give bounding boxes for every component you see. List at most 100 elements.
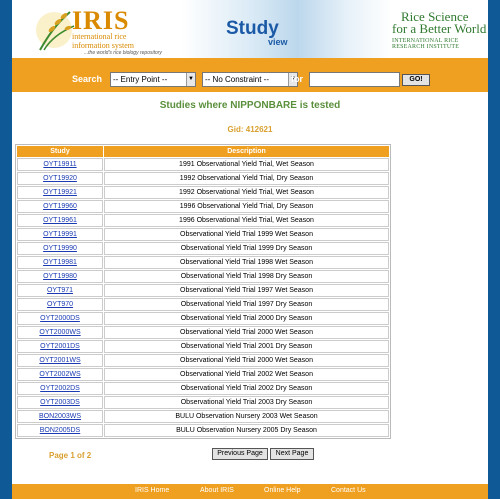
study-description: 1996 Observational Yield Trial, Wet Seas… [104,214,389,227]
study-link[interactable]: OYT19961 [43,217,77,224]
study-description: 1991 Observational Yield Trial, Wet Seas… [104,158,389,171]
study-link[interactable]: OYT2001DS [40,343,80,350]
column-header-study: Study [17,146,103,157]
table-row: OYT19920 1992 Observational Yield Trial, … [17,172,389,185]
table-row: OYT19990 Observational Yield Trial 1999 D… [17,242,389,255]
study-link[interactable]: OYT2002WS [39,371,80,378]
study-cell: OYT971 [17,284,103,297]
column-header-description: Description [104,146,389,157]
study-cell: OYT19991 [17,228,103,241]
table-row: OYT970 Observational Yield Trial 1997 Dry… [17,298,389,311]
study-link[interactable]: OYT19920 [43,175,77,182]
table-row: OYT2001WS Observational Yield Trial 2000 … [17,354,389,367]
study-link[interactable]: OYT19911 [43,161,76,168]
table-row: OYT2002WS Observational Yield Trial 2002 … [17,368,389,381]
table-row: OYT19980 Observational Yield Trial 1998 D… [17,270,389,283]
table-row: OYT2003DS Observational Yield Trial 2003 … [17,396,389,409]
study-description: Observational Yield Trial 2000 Dry Seaso… [104,312,389,325]
study-link[interactable]: OYT2000WS [39,329,80,336]
table-row: OYT19991 Observational Yield Trial 1999 W… [17,228,389,241]
footer-link-about-iris[interactable]: About IRIS [200,487,234,494]
study-description: BULU Observation Nursery 2003 Wet Season [104,410,389,423]
study-description: BULU Observation Nursery 2005 Dry Season [104,424,389,437]
next-page-button[interactable]: Next Page [270,448,314,460]
footer-link-online-help[interactable]: Online Help [264,487,301,494]
study-cell: BON2005DS [17,424,103,437]
study-description: Observational Yield Trial 2000 Wet Seaso… [104,326,389,339]
table-row: OYT971 Observational Yield Trial 1997 Wet… [17,284,389,297]
study-view-subtitle: view [268,37,288,47]
table-row: OYT19911 1991 Observational Yield Trial, … [17,158,389,171]
study-description: Observational Yield Trial 1997 Wet Seaso… [104,284,389,297]
table-row: BON2005DS BULU Observation Nursery 2005 D… [17,424,389,437]
study-link[interactable]: OYT970 [47,301,73,308]
study-description: Observational Yield Trial 2002 Wet Seaso… [104,368,389,381]
table-row: OYT19961 1996 Observational Yield Trial, … [17,214,389,227]
study-link[interactable]: OYT19991 [43,231,77,238]
study-description: Observational Yield Trial 1998 Wet Seaso… [104,256,389,269]
gid-label: Gid: 412621 [227,125,273,134]
study-cell: OYT2000WS [17,326,103,339]
studies-table: Study Description OYT19911 1991 Observati… [15,144,391,439]
study-link[interactable]: OYT19981 [43,259,77,266]
for-label: for [291,74,303,84]
constraint-select[interactable]: -- No Constraint -- ▼ [202,72,298,87]
study-cell: OYT2001DS [17,340,103,353]
table-row: OYT2000WS Observational Yield Trial 2000 … [17,326,389,339]
entry-point-select[interactable]: -- Entry Point -- ▼ [110,72,196,87]
study-description: Observational Yield Trial 2002 Dry Seaso… [104,382,389,395]
study-description: Observational Yield Trial 1997 Dry Seaso… [104,298,389,311]
iris-subtitle: international rice [72,32,127,41]
footer-link-contact-us[interactable]: Contact Us [331,487,366,494]
study-link[interactable]: OYT2003DS [40,399,80,406]
study-link[interactable]: OYT19960 [43,203,77,210]
study-link[interactable]: OYT971 [47,287,73,294]
table-row: OYT19981 Observational Yield Trial 1998 W… [17,256,389,269]
footer-link-iris-home[interactable]: IRIS Home [135,487,169,494]
iris-subtitle: information system [72,41,134,50]
table-body: OYT19911 1991 Observational Yield Trial, … [17,158,389,437]
study-description: 1996 Observational Yield Trial, Dry Seas… [104,200,389,213]
page-indicator: Page 1 of 2 [49,451,92,460]
study-cell: OYT19920 [17,172,103,185]
study-cell: OYT19960 [17,200,103,213]
study-link[interactable]: BON2003WS [39,413,81,420]
study-cell: OYT19911 [17,158,103,171]
study-link[interactable]: OYT19921 [43,189,77,196]
table-row: BON2003WS BULU Observation Nursery 2003 W… [17,410,389,423]
partner-name: INTERNATIONAL RICE RESEARCH INSTITUTE [392,38,460,50]
study-cell: OYT19921 [17,186,103,199]
study-cell: OYT970 [17,298,103,311]
study-cell: OYT19980 [17,270,103,283]
study-link[interactable]: BON2005DS [40,427,80,434]
study-cell: OYT19961 [17,214,103,227]
go-button[interactable]: GO! [402,74,430,86]
table-row: OYT19960 1996 Observational Yield Trial, … [17,200,389,213]
study-link[interactable]: OYT19990 [43,245,77,252]
study-link[interactable]: OYT2001WS [39,357,80,364]
table-row: OYT2001DS Observational Yield Trial 2001 … [17,340,389,353]
page-frame: IRIS international rice information syst… [12,0,488,499]
study-description: Observational Yield Trial 1999 Dry Seaso… [104,242,389,255]
study-description: 1992 Observational Yield Trial, Dry Seas… [104,172,389,185]
study-cell: OYT2000DS [17,312,103,325]
table-header-row: Study Description [17,146,389,157]
study-link[interactable]: OYT2002DS [40,385,80,392]
dropdown-arrow-icon: ▼ [186,73,195,86]
table-row: OYT2000DS Observational Yield Trial 2000 … [17,312,389,325]
search-label: Search [72,74,103,84]
study-link[interactable]: OYT19980 [43,273,77,280]
study-cell: OYT2001WS [17,354,103,367]
search-input[interactable] [309,72,400,87]
page-title: Studies where NIPPONBARE is tested [159,100,341,111]
table-row: OYT19921 1992 Observational Yield Trial, … [17,186,389,199]
header-banner: IRIS international rice information syst… [12,0,488,62]
previous-page-button[interactable]: Previous Page [212,448,268,460]
study-description: Observational Yield Trial 1998 Dry Seaso… [104,270,389,283]
constraint-value: -- No Constraint -- [205,75,270,84]
study-description: Observational Yield Trial 1999 Wet Seaso… [104,228,389,241]
study-cell: OYT19981 [17,256,103,269]
study-link[interactable]: OYT2000DS [40,315,80,322]
table-row: OYT2002DS Observational Yield Trial 2002 … [17,382,389,395]
footer-bar: IRIS Home About IRIS Online Help Contact… [12,484,488,499]
